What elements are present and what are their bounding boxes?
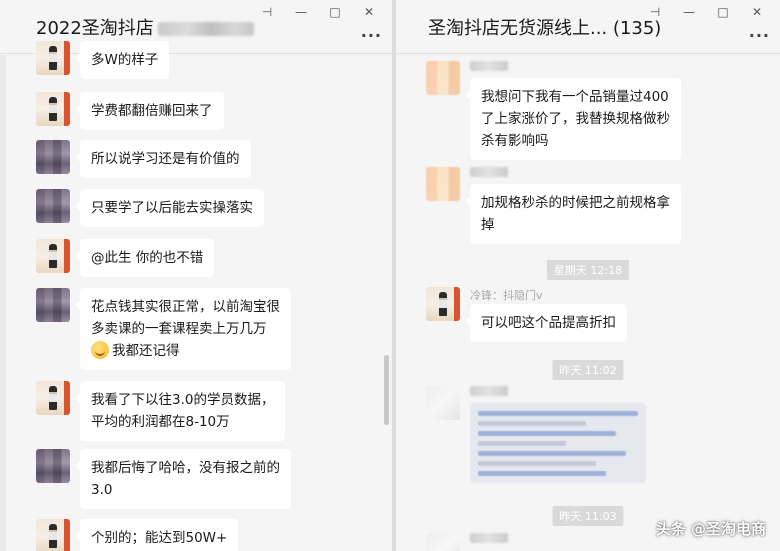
close-button[interactable]: ✕: [352, 2, 386, 22]
message-row: 花点钱其实很正常，以前淘宝很 多卖课的一套课程卖上万几万 我都还记得: [36, 288, 291, 370]
avatar[interactable]: [36, 92, 70, 126]
message-bubble[interactable]: 学费都翻倍赚回来了: [75, 92, 224, 130]
avatar[interactable]: [36, 189, 70, 223]
avatar[interactable]: [36, 519, 70, 551]
message-row: 我看了下以往3.0的学员数据， 平均的利润都在8-10万: [36, 381, 286, 441]
sender-name: [470, 167, 681, 180]
message-row: 多W的样子: [36, 41, 170, 79]
message-bubble[interactable]: 多W的样子: [74, 41, 170, 79]
avatar[interactable]: [426, 287, 460, 321]
sender-name: [470, 61, 681, 74]
right-chat-window: 圣淘抖店无货源线上... (135) ⊣ — □ ✕ ··· 我想问下我有一个品…: [395, 0, 780, 551]
message-bubble[interactable]: 我都后悔了哈哈，没有报之前的 3.0: [75, 449, 291, 509]
message-text: 花点钱其实很正常，以前淘宝很 多卖课的一套课程卖上万几万: [91, 299, 280, 337]
left-chat-window: 2022圣淘抖店 ⊣ — □ ✕ ··· 多W的样子 学费都翻倍赚回来了 所以说…: [0, 0, 393, 551]
message-row: @此生 你的也不错: [36, 239, 215, 277]
pin-icon[interactable]: ⊣: [638, 2, 672, 22]
close-button[interactable]: ✕: [740, 2, 774, 22]
sender-name: [470, 533, 508, 546]
message-row: 个别的；能达到50W+: [36, 519, 239, 551]
more-options-button[interactable]: ···: [361, 26, 382, 45]
right-message-list[interactable]: 我想问下我有一个品销量过400 了上家涨价了，我替换规格做秒 杀有影响吗 加规格…: [396, 55, 780, 551]
right-chat-title: 圣淘抖店无货源线上... (135): [428, 18, 662, 39]
message-row: 只要学了以后能去实操落实: [36, 189, 264, 227]
avatar[interactable]: [426, 533, 460, 551]
right-window-controls: ⊣ — □ ✕: [638, 2, 774, 22]
maximize-button[interactable]: □: [318, 2, 352, 22]
sender-name: 冷锋：抖隐门v: [470, 289, 543, 302]
avatar[interactable]: [36, 140, 70, 174]
emoji-laugh-icon: [91, 341, 109, 359]
message-bubble[interactable]: 我看了下以往3.0的学员数据， 平均的利润都在8-10万: [74, 381, 286, 441]
minimize-button[interactable]: —: [284, 2, 318, 22]
message-row: 学费都翻倍赚回来了: [36, 92, 224, 130]
image-message[interactable]: [470, 403, 646, 483]
message-row: 我想问下我有一个品销量过400 了上家涨价了，我替换规格做秒 杀有影响吗: [426, 61, 681, 160]
message-row: [426, 533, 508, 551]
timestamp: 星期天 12:18: [546, 260, 630, 280]
message-row: 冷锋：抖隐门v 可以吧这个品提高折扣: [426, 287, 627, 342]
avatar[interactable]: [426, 61, 460, 95]
avatar[interactable]: [36, 449, 70, 483]
more-options-button[interactable]: ···: [749, 26, 770, 45]
avatar[interactable]: [36, 288, 70, 322]
minimize-button[interactable]: —: [672, 2, 706, 22]
timestamp: 昨天 11:03: [552, 506, 624, 526]
message-bubble[interactable]: 所以说学习还是有价值的: [75, 140, 251, 178]
message-row: [426, 386, 646, 483]
left-scrollbar[interactable]: [384, 355, 389, 425]
avatar[interactable]: [36, 41, 70, 75]
pin-icon[interactable]: ⊣: [250, 2, 284, 22]
message-bubble[interactable]: 加规格秒杀的时候把之前规格拿 掉: [465, 184, 681, 244]
watermark: 头条 @圣淘电商: [655, 520, 766, 538]
message-bubble[interactable]: 可以吧这个品提高折扣: [465, 304, 627, 342]
left-chat-title-text: 2022圣淘抖店: [36, 18, 154, 39]
avatar[interactable]: [36, 381, 70, 415]
message-bubble[interactable]: 个别的；能达到50W+: [74, 519, 239, 551]
sender-name: [470, 386, 646, 399]
right-titlebar: 圣淘抖店无货源线上... (135) ⊣ — □ ✕ ···: [396, 0, 780, 54]
message-bubble[interactable]: @此生 你的也不错: [74, 239, 215, 277]
message-text: 我都还记得: [112, 343, 180, 359]
avatar[interactable]: [426, 167, 460, 201]
avatar[interactable]: [426, 386, 460, 420]
left-chat-title: 2022圣淘抖店: [36, 14, 254, 40]
left-window-controls: ⊣ — □ ✕: [250, 2, 386, 22]
message-bubble[interactable]: 花点钱其实很正常，以前淘宝很 多卖课的一套课程卖上万几万 我都还记得: [75, 288, 291, 370]
maximize-button[interactable]: □: [706, 2, 740, 22]
title-redacted: [157, 22, 254, 36]
message-bubble[interactable]: 只要学了以后能去实操落实: [75, 189, 264, 227]
avatar[interactable]: [36, 239, 70, 273]
message-row: 加规格秒杀的时候把之前规格拿 掉: [426, 167, 681, 244]
message-bubble[interactable]: 我想问下我有一个品销量过400 了上家涨价了，我替换规格做秒 杀有影响吗: [465, 78, 681, 160]
message-row: 我都后悔了哈哈，没有报之前的 3.0: [36, 449, 291, 509]
timestamp: 昨天 11:02: [552, 360, 624, 380]
message-row: 所以说学习还是有价值的: [36, 140, 251, 178]
left-message-list[interactable]: 多W的样子 学费都翻倍赚回来了 所以说学习还是有价值的 只要学了以后能去实操落实…: [0, 41, 392, 551]
